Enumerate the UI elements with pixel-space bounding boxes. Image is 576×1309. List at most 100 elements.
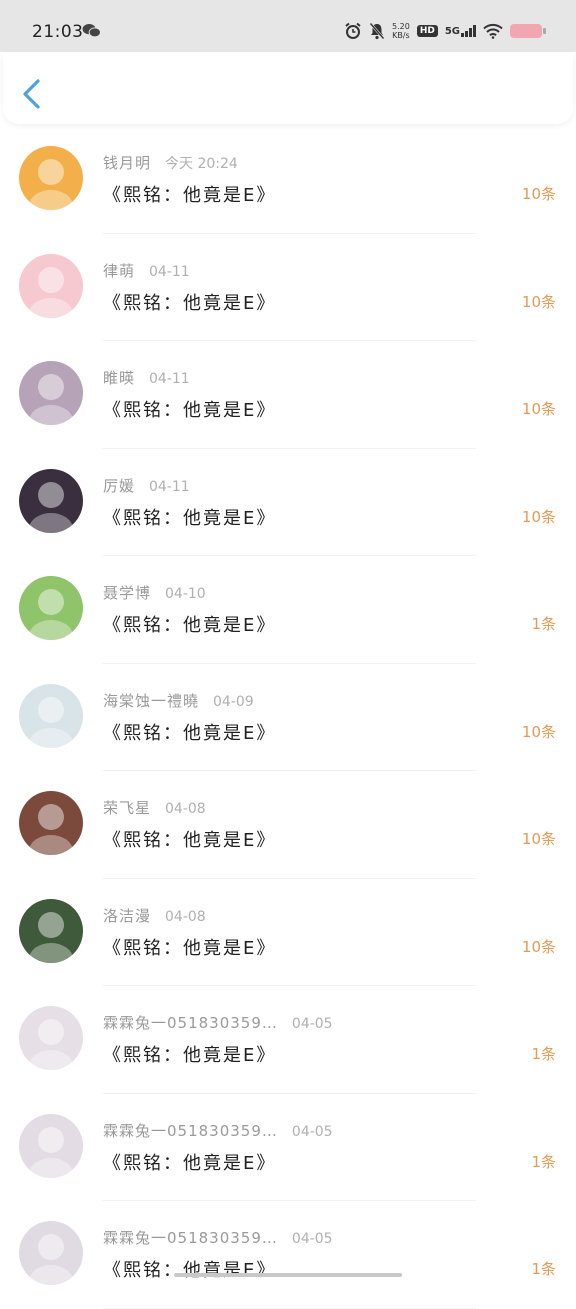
message-title: 《熙铭：他竟是E》 <box>103 1045 277 1066</box>
message-title: 《熙铭：他竟是E》 <box>103 185 277 206</box>
home-indicator[interactable] <box>174 1273 402 1277</box>
sender-name: 厉媛 <box>103 476 136 495</box>
avatar[interactable] <box>19 1006 83 1070</box>
message-date: 04-11 <box>149 478 190 495</box>
message-count: 10条 <box>521 830 556 848</box>
sender-name: 荣飞星 <box>103 799 152 817</box>
sender-name: 霖霖兔一051830359… <box>103 1014 278 1032</box>
avatar[interactable] <box>19 1113 83 1178</box>
signal-icon: 5G <box>445 25 476 37</box>
sender-line: 荣飞星 04-08 <box>103 797 206 818</box>
alarm-icon <box>345 22 361 39</box>
wechat-icon <box>82 23 101 38</box>
message-date: 04-05 <box>291 1123 333 1140</box>
back-button[interactable] <box>19 78 49 110</box>
message-date: 04-11 <box>149 263 190 280</box>
sender-name: 海棠蚀一禮曉 <box>103 691 200 710</box>
sender-line: 霖霖兔一051830359… 04-05 <box>103 1227 333 1248</box>
message-title: 《熙铭：他竟是E》 <box>103 615 277 636</box>
list-item[interactable]: 海棠蚀一禮曉 04-09 《熙铭：他竟是E》 10条 <box>0 664 576 771</box>
message-title: 《熙铭：他竟是E》 <box>103 722 277 744</box>
net-speed: 5.20 KB/s <box>392 22 410 40</box>
sender-line: 海棠蚀一禮曉 04-09 <box>103 690 254 711</box>
message-title: 《熙铭：他竟是E》 <box>103 292 277 314</box>
avatar-image <box>19 683 83 748</box>
message-count: 10条 <box>521 722 556 741</box>
message-count: 1条 <box>531 1152 556 1171</box>
avatar[interactable] <box>19 576 83 640</box>
sender-name: 聂学博 <box>103 584 152 602</box>
avatar[interactable] <box>19 146 83 210</box>
message-title: 《熙铭：他竟是E》 <box>103 937 277 959</box>
avatar-image <box>19 1006 83 1070</box>
avatar-image <box>19 1113 83 1178</box>
message-date: 04-08 <box>165 908 206 925</box>
message-date: 04-10 <box>165 586 206 602</box>
message-title: 《熙铭：他竟是E》 <box>103 1152 277 1174</box>
sender-name: 律萌 <box>103 261 136 280</box>
avatar[interactable] <box>19 361 83 425</box>
message-title: 《熙铭：他竟是E》 <box>103 1260 277 1281</box>
message-date: 今天 20:24 <box>165 156 238 172</box>
sender-line: 厉媛 04-11 <box>103 475 190 496</box>
status-icons: 5.20 KB/s HD 5G <box>344 18 546 44</box>
sender-name: 霖霖兔一051830359… <box>103 1229 278 1247</box>
message-count: 1条 <box>531 1260 556 1278</box>
message-count: 1条 <box>531 615 556 633</box>
sender-line: 聂学博 04-10 <box>103 582 206 603</box>
avatar[interactable] <box>19 898 83 963</box>
avatar[interactable] <box>19 1221 83 1285</box>
avatar-image <box>19 898 83 963</box>
sender-line: 睢暎 04-11 <box>103 367 190 388</box>
message-title: 《熙铭：他竟是E》 <box>103 507 277 529</box>
avatar-image <box>19 468 83 533</box>
avatar[interactable] <box>19 791 83 855</box>
sender-line: 钱月明 今天 20:24 <box>103 152 238 173</box>
sender-line: 律萌 04-11 <box>103 260 190 281</box>
status-bar: 21:03 5.20 KB/s HD 5G <box>0 0 576 52</box>
message-date: 04-05 <box>291 1016 333 1032</box>
hd-icon: HD <box>416 25 438 37</box>
list-item[interactable]: 律萌 04-11 《熙铭：他竟是E》 10条 <box>0 234 576 341</box>
list-item[interactable]: 洛洁漫 04-08 《熙铭：他竟是E》 10条 <box>0 879 576 986</box>
sender-name: 钱月明 <box>103 154 152 172</box>
message-title: 《熙铭：他竟是E》 <box>103 830 277 851</box>
message-date: 04-08 <box>165 801 206 817</box>
list-item[interactable]: 霖霖兔一051830359… 04-05 《熙铭：他竟是E》 1条 <box>0 1201 576 1309</box>
sender-line: 霖霖兔一051830359… 04-05 <box>103 1120 333 1141</box>
status-time: 21:03 <box>32 22 84 42</box>
sender-name: 洛洁漫 <box>103 906 152 925</box>
message-count: 10条 <box>521 937 556 956</box>
message-title: 《熙铭：他竟是E》 <box>103 400 277 421</box>
avatar[interactable] <box>19 253 83 318</box>
sender-name: 睢暎 <box>103 369 136 387</box>
list-item[interactable]: 聂学博 04-10 《熙铭：他竟是E》 1条 <box>0 556 576 664</box>
avatar-image <box>19 146 83 210</box>
message-date: 04-05 <box>291 1231 333 1247</box>
message-date: 04-11 <box>149 371 190 387</box>
message-count: 10条 <box>521 507 556 526</box>
sender-name: 霖霖兔一051830359… <box>103 1121 278 1140</box>
header-bar <box>3 52 573 124</box>
list-item[interactable]: 睢暎 04-11 《熙铭：他竟是E》 10条 <box>0 341 576 449</box>
sender-line: 霖霖兔一051830359… 04-05 <box>103 1012 333 1033</box>
list-item[interactable]: 钱月明 今天 20:24 《熙铭：他竟是E》 10条 <box>0 126 576 234</box>
list-item[interactable]: 霖霖兔一051830359… 04-05 《熙铭：他竟是E》 1条 <box>0 986 576 1094</box>
wifi-icon <box>483 23 503 39</box>
message-count: 10条 <box>521 185 556 203</box>
avatar-image <box>19 576 83 640</box>
message-list: 钱月明 今天 20:24 《熙铭：他竟是E》 10条 律萌 04-11 《熙铭：他竟是E》 1… <box>0 126 576 1309</box>
mute-icon <box>369 22 385 40</box>
sender-line: 洛洁漫 04-08 <box>103 905 206 926</box>
divider <box>103 1307 476 1309</box>
message-count: 10条 <box>521 292 556 311</box>
avatar[interactable] <box>19 683 83 748</box>
avatar-image <box>19 791 83 855</box>
list-item[interactable]: 荣飞星 04-08 《熙铭：他竟是E》 10条 <box>0 771 576 879</box>
list-item[interactable]: 霖霖兔一051830359… 04-05 《熙铭：他竟是E》 1条 <box>0 1094 576 1201</box>
avatar-image <box>19 1221 83 1285</box>
list-item[interactable]: 厉媛 04-11 《熙铭：他竟是E》 10条 <box>0 449 576 556</box>
avatar[interactable] <box>19 468 83 533</box>
message-count: 1条 <box>531 1045 556 1063</box>
avatar-image <box>19 361 83 425</box>
